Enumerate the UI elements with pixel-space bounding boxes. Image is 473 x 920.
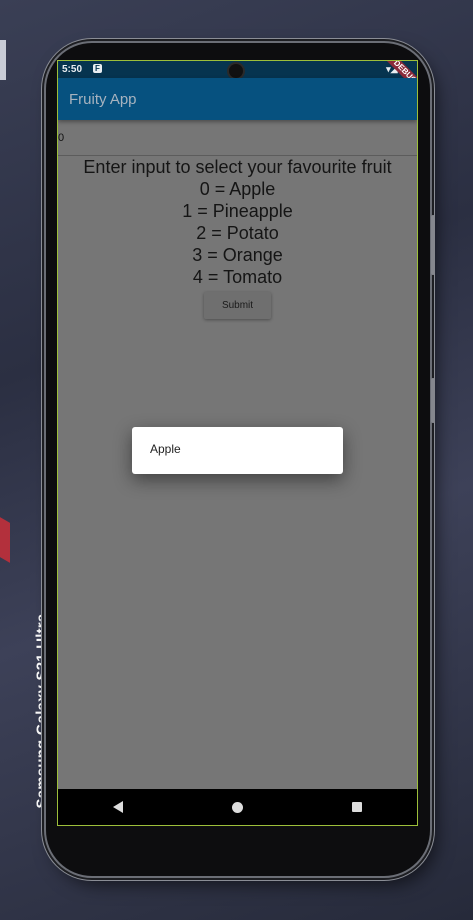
volume-button	[431, 215, 435, 275]
status-time: 5:50	[62, 64, 83, 75]
power-button	[431, 378, 435, 423]
option-apple: 0 = Apple	[199, 179, 276, 199]
home-icon[interactable]	[231, 801, 243, 813]
option-orange: 3 = Orange	[192, 245, 283, 265]
instructions: Enter input to select your favourite fru…	[58, 156, 417, 288]
recents-icon[interactable]	[352, 802, 363, 812]
background-stripe	[0, 40, 6, 80]
app-screen: 5:50 F ▾◢ ▮ DEBUG Fruity App 0 Enter inp…	[57, 60, 418, 826]
result-dialog[interactable]: Apple	[132, 427, 343, 474]
app-bar: Fruity App	[58, 78, 417, 120]
fruit-input-value: 0	[58, 132, 65, 144]
navigation-bar	[58, 789, 417, 825]
back-icon[interactable]	[112, 801, 123, 813]
fruit-input[interactable]: 0	[58, 123, 417, 156]
prompt-text: Enter input to select your favourite fru…	[83, 157, 392, 177]
option-potato: 2 = Potato	[196, 223, 279, 243]
background-accent	[0, 517, 10, 563]
submit-button[interactable]: Submit	[204, 292, 271, 319]
camera-icon	[229, 64, 243, 78]
app-notification-icon: F	[93, 64, 102, 73]
status-bar: 5:50 F ▾◢ ▮ DEBUG	[58, 61, 417, 97]
option-tomato: 4 = Tomato	[192, 267, 283, 287]
app-title: Fruity App	[69, 91, 137, 108]
option-pineapple: 1 = Pineapple	[182, 201, 293, 221]
dialog-text: Apple	[150, 442, 181, 456]
